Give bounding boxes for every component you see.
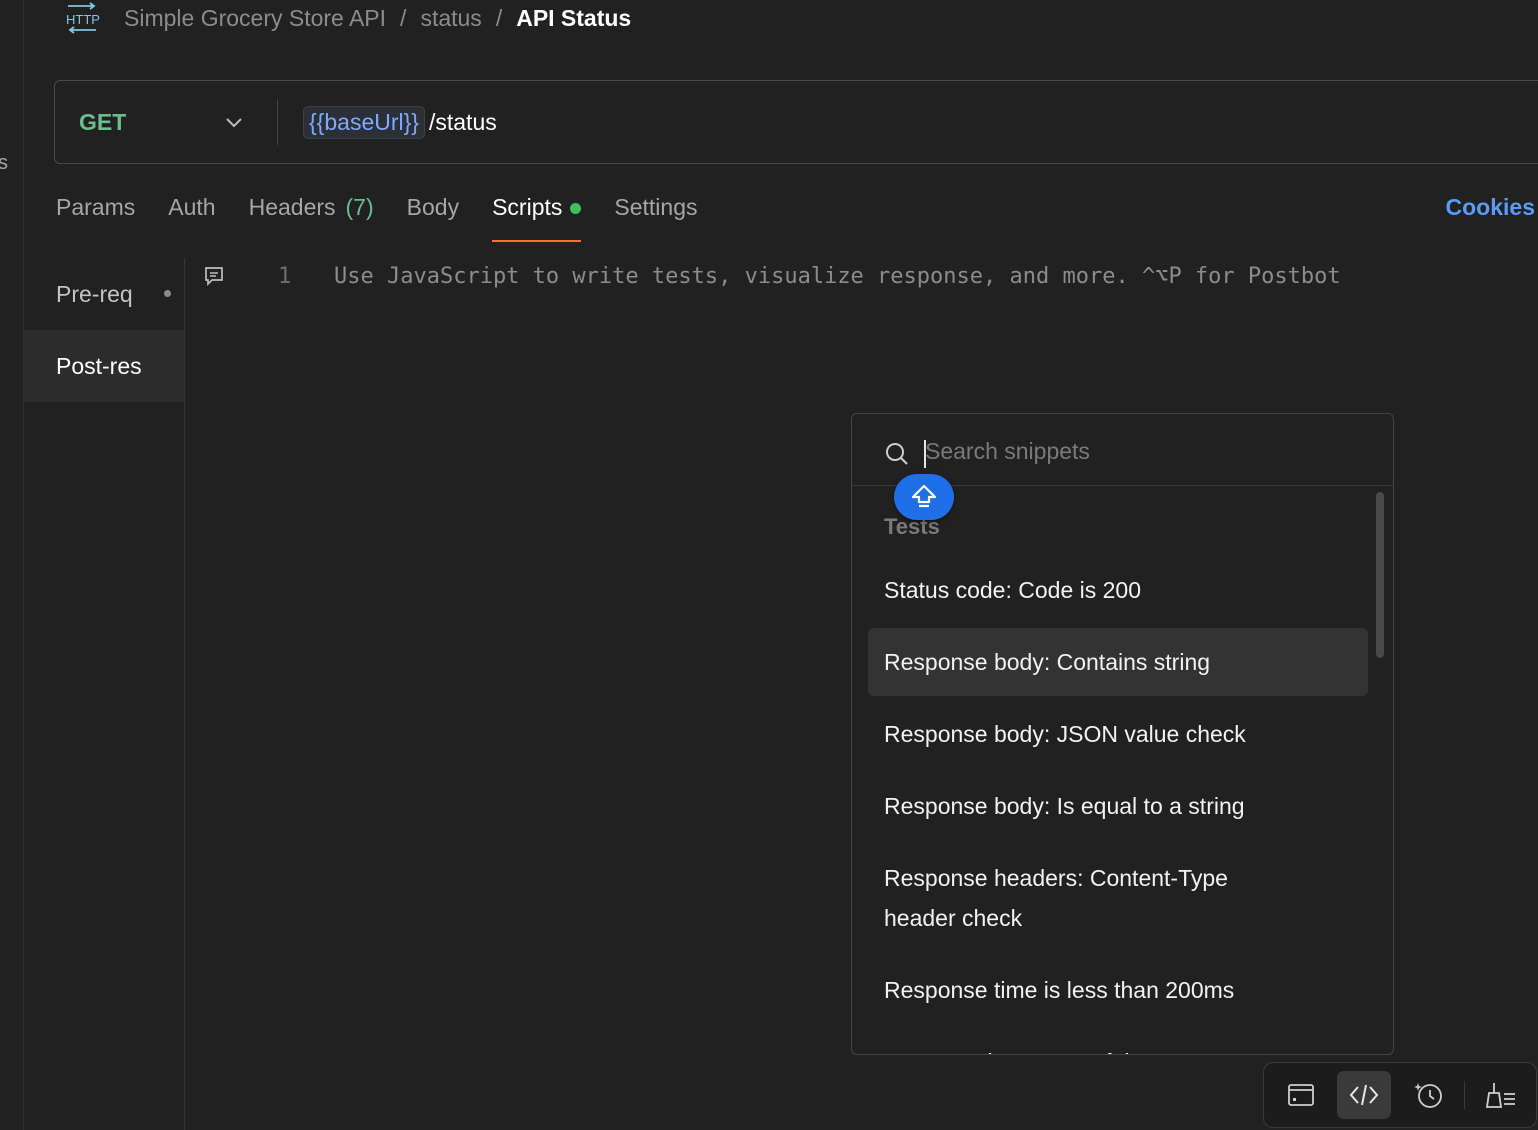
snippet-item[interactable]: Response body: JSON value check xyxy=(868,700,1368,768)
snippet-item[interactable]: Response time is less than 200ms xyxy=(868,956,1368,1024)
snippet-item[interactable]: Response headers: Content-Type header ch… xyxy=(868,844,1290,952)
script-nav-label: Pre-req xyxy=(56,280,133,307)
editor-placeholder[interactable]: Use JavaScript to write tests, visualize… xyxy=(334,264,1341,289)
method-select[interactable]: GET xyxy=(79,81,126,163)
script-nav-pre-request[interactable]: Pre-req xyxy=(24,258,184,330)
tab-label: Scripts xyxy=(492,194,563,220)
cleanup-icon xyxy=(1485,1083,1515,1108)
breadcrumb-separator: / xyxy=(495,4,503,31)
snippets-button[interactable] xyxy=(1337,1071,1391,1119)
page-title[interactable]: API Status xyxy=(516,5,631,32)
script-nav-label: Post-res xyxy=(56,352,142,379)
breadcrumb-collection[interactable]: Simple Grocery Store API xyxy=(124,5,386,32)
tab-label: Headers xyxy=(248,194,336,220)
search-icon xyxy=(884,441,910,467)
snippet-search-input[interactable]: Search snippets xyxy=(925,438,1090,465)
code-icon xyxy=(1349,1084,1379,1106)
breadcrumb: HTTP Simple Grocery Store API / status /… xyxy=(64,0,631,36)
http-icon: HTTP xyxy=(64,2,100,34)
snippet-list: Status code: Code is 200 Response body: … xyxy=(868,556,1368,1054)
scroll-to-top-button[interactable] xyxy=(894,474,954,520)
comment-icon[interactable] xyxy=(203,265,225,287)
url-variable-chip[interactable]: {{baseUrl}} xyxy=(303,105,425,139)
cleanup-button[interactable] xyxy=(1474,1071,1528,1119)
tab-auth[interactable]: Auth xyxy=(168,186,215,242)
status-dot xyxy=(570,203,582,214)
tab-body[interactable]: Body xyxy=(407,186,459,242)
request-tabs: Params Auth Headers (7) Body Scripts Sett… xyxy=(56,186,730,242)
tab-headers[interactable]: Headers (7) xyxy=(249,186,374,242)
script-nav-post-response[interactable]: Post-res xyxy=(24,330,184,402)
method-label: GET xyxy=(79,108,127,135)
tab-settings[interactable]: Settings xyxy=(614,186,697,242)
indicator-dot xyxy=(164,290,171,297)
http-icon-text: HTTP xyxy=(66,12,100,27)
toolbar-divider xyxy=(1464,1081,1465,1109)
postbot-button[interactable] xyxy=(1402,1071,1456,1119)
tab-label: Auth xyxy=(168,194,216,220)
script-nav: Pre-req Post-res xyxy=(24,258,185,1130)
snippet-item[interactable]: Response body: Is equal to a string xyxy=(868,772,1368,840)
url-input[interactable]: {{baseUrl}} /status xyxy=(303,81,497,163)
arrow-up-icon xyxy=(911,484,937,508)
tab-scripts[interactable]: Scripts xyxy=(492,186,582,242)
tab-label: Settings xyxy=(614,194,698,220)
snippet-item[interactable]: Status code: Successful POST request xyxy=(868,1028,1368,1054)
editor-toolbar xyxy=(1263,1062,1537,1128)
tab-params[interactable]: Params xyxy=(56,186,135,242)
tab-label: Body xyxy=(406,194,460,220)
line-number: 1 xyxy=(278,264,292,289)
url-path: /status xyxy=(428,108,497,135)
scrollbar[interactable] xyxy=(1376,492,1384,658)
tab-label: Params xyxy=(56,194,136,220)
panel-icon xyxy=(1288,1084,1314,1106)
left-rail: s xyxy=(0,0,24,1130)
cookies-link[interactable]: Cookies xyxy=(1446,194,1535,221)
snippet-item[interactable]: Response body: Contains string xyxy=(868,628,1368,696)
snippet-item[interactable]: Status code: Code is 200 xyxy=(868,556,1368,624)
chevron-down-icon[interactable] xyxy=(223,111,245,133)
postbot-icon xyxy=(1414,1083,1442,1108)
clipped-sidebar-text: s xyxy=(0,152,8,174)
breadcrumb-folder[interactable]: status xyxy=(420,5,481,32)
request-url-bar: GET {{baseUrl}} /status xyxy=(54,80,1538,164)
headers-count: (7) xyxy=(345,194,374,220)
url-divider xyxy=(277,99,278,145)
breadcrumb-separator: / xyxy=(400,4,407,31)
panel-button[interactable] xyxy=(1274,1071,1328,1119)
